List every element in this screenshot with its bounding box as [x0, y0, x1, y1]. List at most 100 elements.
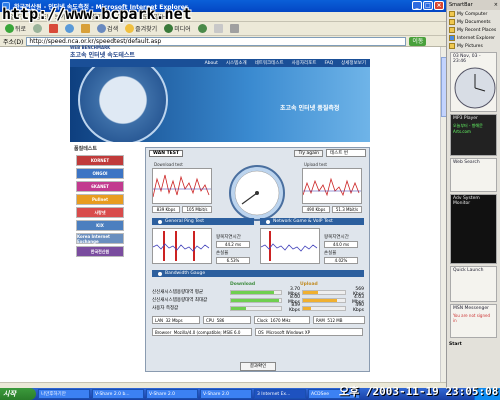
stop-button[interactable]	[47, 23, 60, 34]
taskbar-item[interactable]: V-Share 2.0	[200, 389, 252, 399]
window-controls: _ □ ×	[412, 1, 444, 10]
computer-icon	[449, 11, 455, 17]
info-cpu: CPU 586	[203, 316, 251, 324]
row-label: 신신새시스템용량대역 최대값	[152, 298, 208, 303]
voip-latency-value: 44.0 ms	[324, 241, 358, 248]
site-logo[interactable]: 초고속 인터넷 속도테스트	[70, 50, 135, 59]
isp-logo-ongoi[interactable]: ONGOI	[76, 168, 124, 179]
download-bar	[230, 305, 282, 311]
download-label: Download test	[154, 162, 183, 167]
taskbar-item[interactable]: 나만후하기만	[38, 389, 90, 399]
voip-graph	[260, 228, 320, 264]
nav-user-report[interactable]: 사용자리포트	[292, 60, 317, 66]
mail-button[interactable]	[212, 23, 225, 34]
home-icon	[81, 24, 91, 33]
isp-logo-pullnet[interactable]: Pullnet	[76, 194, 124, 205]
speed-test-panel: WAN TEST Try again 테스트 번 Download test 8…	[145, 147, 370, 372]
home-button[interactable]	[79, 23, 92, 34]
browser-info-row: Browser Mozilla/4.0 (compatible; MSIE 6.…	[152, 328, 363, 336]
mp3-title: MP3 Player	[453, 116, 478, 121]
refresh-icon	[65, 24, 75, 33]
col-upload: Upload	[300, 281, 318, 287]
table-row: 사용자 측정값 839 Kbps 490 Kbps	[152, 303, 364, 313]
isp-logo-sarangnet[interactable]: 사랑넷	[76, 207, 124, 218]
go-button[interactable]: 이동	[409, 36, 427, 46]
smartbar-item[interactable]: My Documents	[447, 18, 500, 26]
voip-line	[260, 231, 318, 261]
bullet-icon	[266, 219, 270, 224]
voip-loss-value: 4.02%	[324, 257, 358, 264]
tab-wan-test[interactable]: WAN TEST	[149, 149, 184, 157]
clock-widget: 03 Nov, 03 - 23:46	[450, 52, 497, 112]
info-clock: Clock 1670 MHz	[254, 316, 310, 324]
isp-logo-6kanet[interactable]: 6KANET	[76, 181, 124, 192]
smartbar-start[interactable]: Start	[447, 340, 500, 348]
nav-network-test[interactable]: 네트워크테스트	[255, 60, 284, 66]
folder-icon	[449, 19, 455, 25]
panel-header: WAN TEST Try again 테스트 번	[146, 148, 369, 158]
maximize-button[interactable]: □	[423, 1, 433, 10]
smartbar-panel: SmartBar × My Computer My Documents My R…	[446, 0, 500, 388]
info-lan: LAN 32 Mbps	[152, 316, 200, 324]
ping-graph	[152, 228, 212, 264]
taskbar-item[interactable]: V-Share 2.0	[146, 389, 198, 399]
system-monitor-widget: Adv System Monitor	[450, 194, 497, 264]
download-value: 839 Kbps	[288, 303, 300, 313]
close-button[interactable]: ×	[434, 1, 444, 10]
taskbar-item[interactable]: 3 Internet Ex...	[254, 389, 306, 399]
confirm-results-button[interactable]: 결과확인	[240, 362, 276, 371]
hero-banner: 초고속 인터넷 품질측정	[70, 67, 370, 142]
bandwidth-section-header: Bandwidth Gauge	[152, 270, 364, 277]
favorites-button[interactable]: 즐겨찾기	[123, 23, 159, 34]
nav-about[interactable]: About	[205, 61, 218, 66]
mail-icon	[213, 24, 223, 33]
ping-loss-value: 6.53%	[216, 257, 250, 264]
download-line	[152, 174, 211, 198]
forward-button[interactable]	[31, 23, 44, 34]
print-icon	[229, 24, 239, 33]
smartbar-item[interactable]: Internet Explorer	[447, 34, 500, 42]
search-button[interactable]: 검색	[95, 23, 120, 34]
speed-gauge-graphic	[78, 67, 168, 142]
bullet-icon	[158, 271, 162, 276]
isp-logo-kix-exchange[interactable]: Korea Internet Exchange	[76, 233, 124, 244]
refresh-button[interactable]	[63, 23, 76, 34]
smartbar-item[interactable]: My Pictures	[447, 42, 500, 50]
print-button[interactable]	[228, 23, 241, 34]
quick-launch-widget: Quick Launch	[450, 266, 497, 302]
upload-bar	[302, 289, 346, 295]
msn-title: MSN Messenger	[453, 306, 489, 311]
upload-graph	[302, 168, 362, 204]
table-row: 신신새시스템용량대역 평균 3.70 Mbps 569 Kbps	[152, 287, 364, 297]
address-label: 주소(D)	[3, 38, 24, 46]
msn-status[interactable]: You are not signed in	[451, 312, 496, 324]
ping-line	[152, 231, 210, 261]
back-arrow-icon	[5, 24, 14, 33]
start-button[interactable]: 시작	[0, 388, 36, 400]
smartbar-close-icon[interactable]: ×	[494, 2, 498, 8]
smartbar-item[interactable]: My Computer	[447, 10, 500, 18]
taskbar-item[interactable]: V-Share 2.0 b...	[92, 389, 144, 399]
msn-widget: MSN Messenger You are not signed in	[450, 304, 497, 338]
media-button[interactable]: 미디어	[162, 23, 193, 34]
isp-logo-kornet[interactable]: KORNET	[76, 155, 124, 166]
nav-faq[interactable]: FAQ	[324, 61, 333, 66]
smartbar-item[interactable]: My Recent Places	[447, 26, 500, 34]
isp-logo-kix[interactable]: KIX	[76, 220, 124, 231]
ie-icon	[449, 35, 455, 41]
back-button[interactable]: 뒤로	[3, 23, 28, 34]
table-header-row: Download Upload	[152, 280, 364, 288]
quick-launch-title: Quick Launch	[453, 268, 484, 273]
test-select[interactable]: 테스트 번	[326, 149, 366, 157]
upload-bar	[302, 297, 346, 303]
isp-logo-nca[interactable]: 한국전산원	[76, 246, 124, 257]
ping-loss-label: 손실율	[216, 251, 229, 256]
try-again-button[interactable]: Try again	[294, 149, 323, 157]
minimize-button[interactable]: _	[412, 1, 422, 10]
nav-details[interactable]: 상세정보보기	[341, 60, 366, 66]
info-browser: Browser Mozilla/4.0 (compatible; MSIE 6.…	[152, 328, 252, 336]
download-throughput: 105 Mbit/s	[182, 206, 212, 213]
nav-system[interactable]: 시스템소개	[226, 60, 247, 66]
history-button[interactable]	[196, 23, 209, 34]
col-download: Download	[230, 281, 256, 287]
